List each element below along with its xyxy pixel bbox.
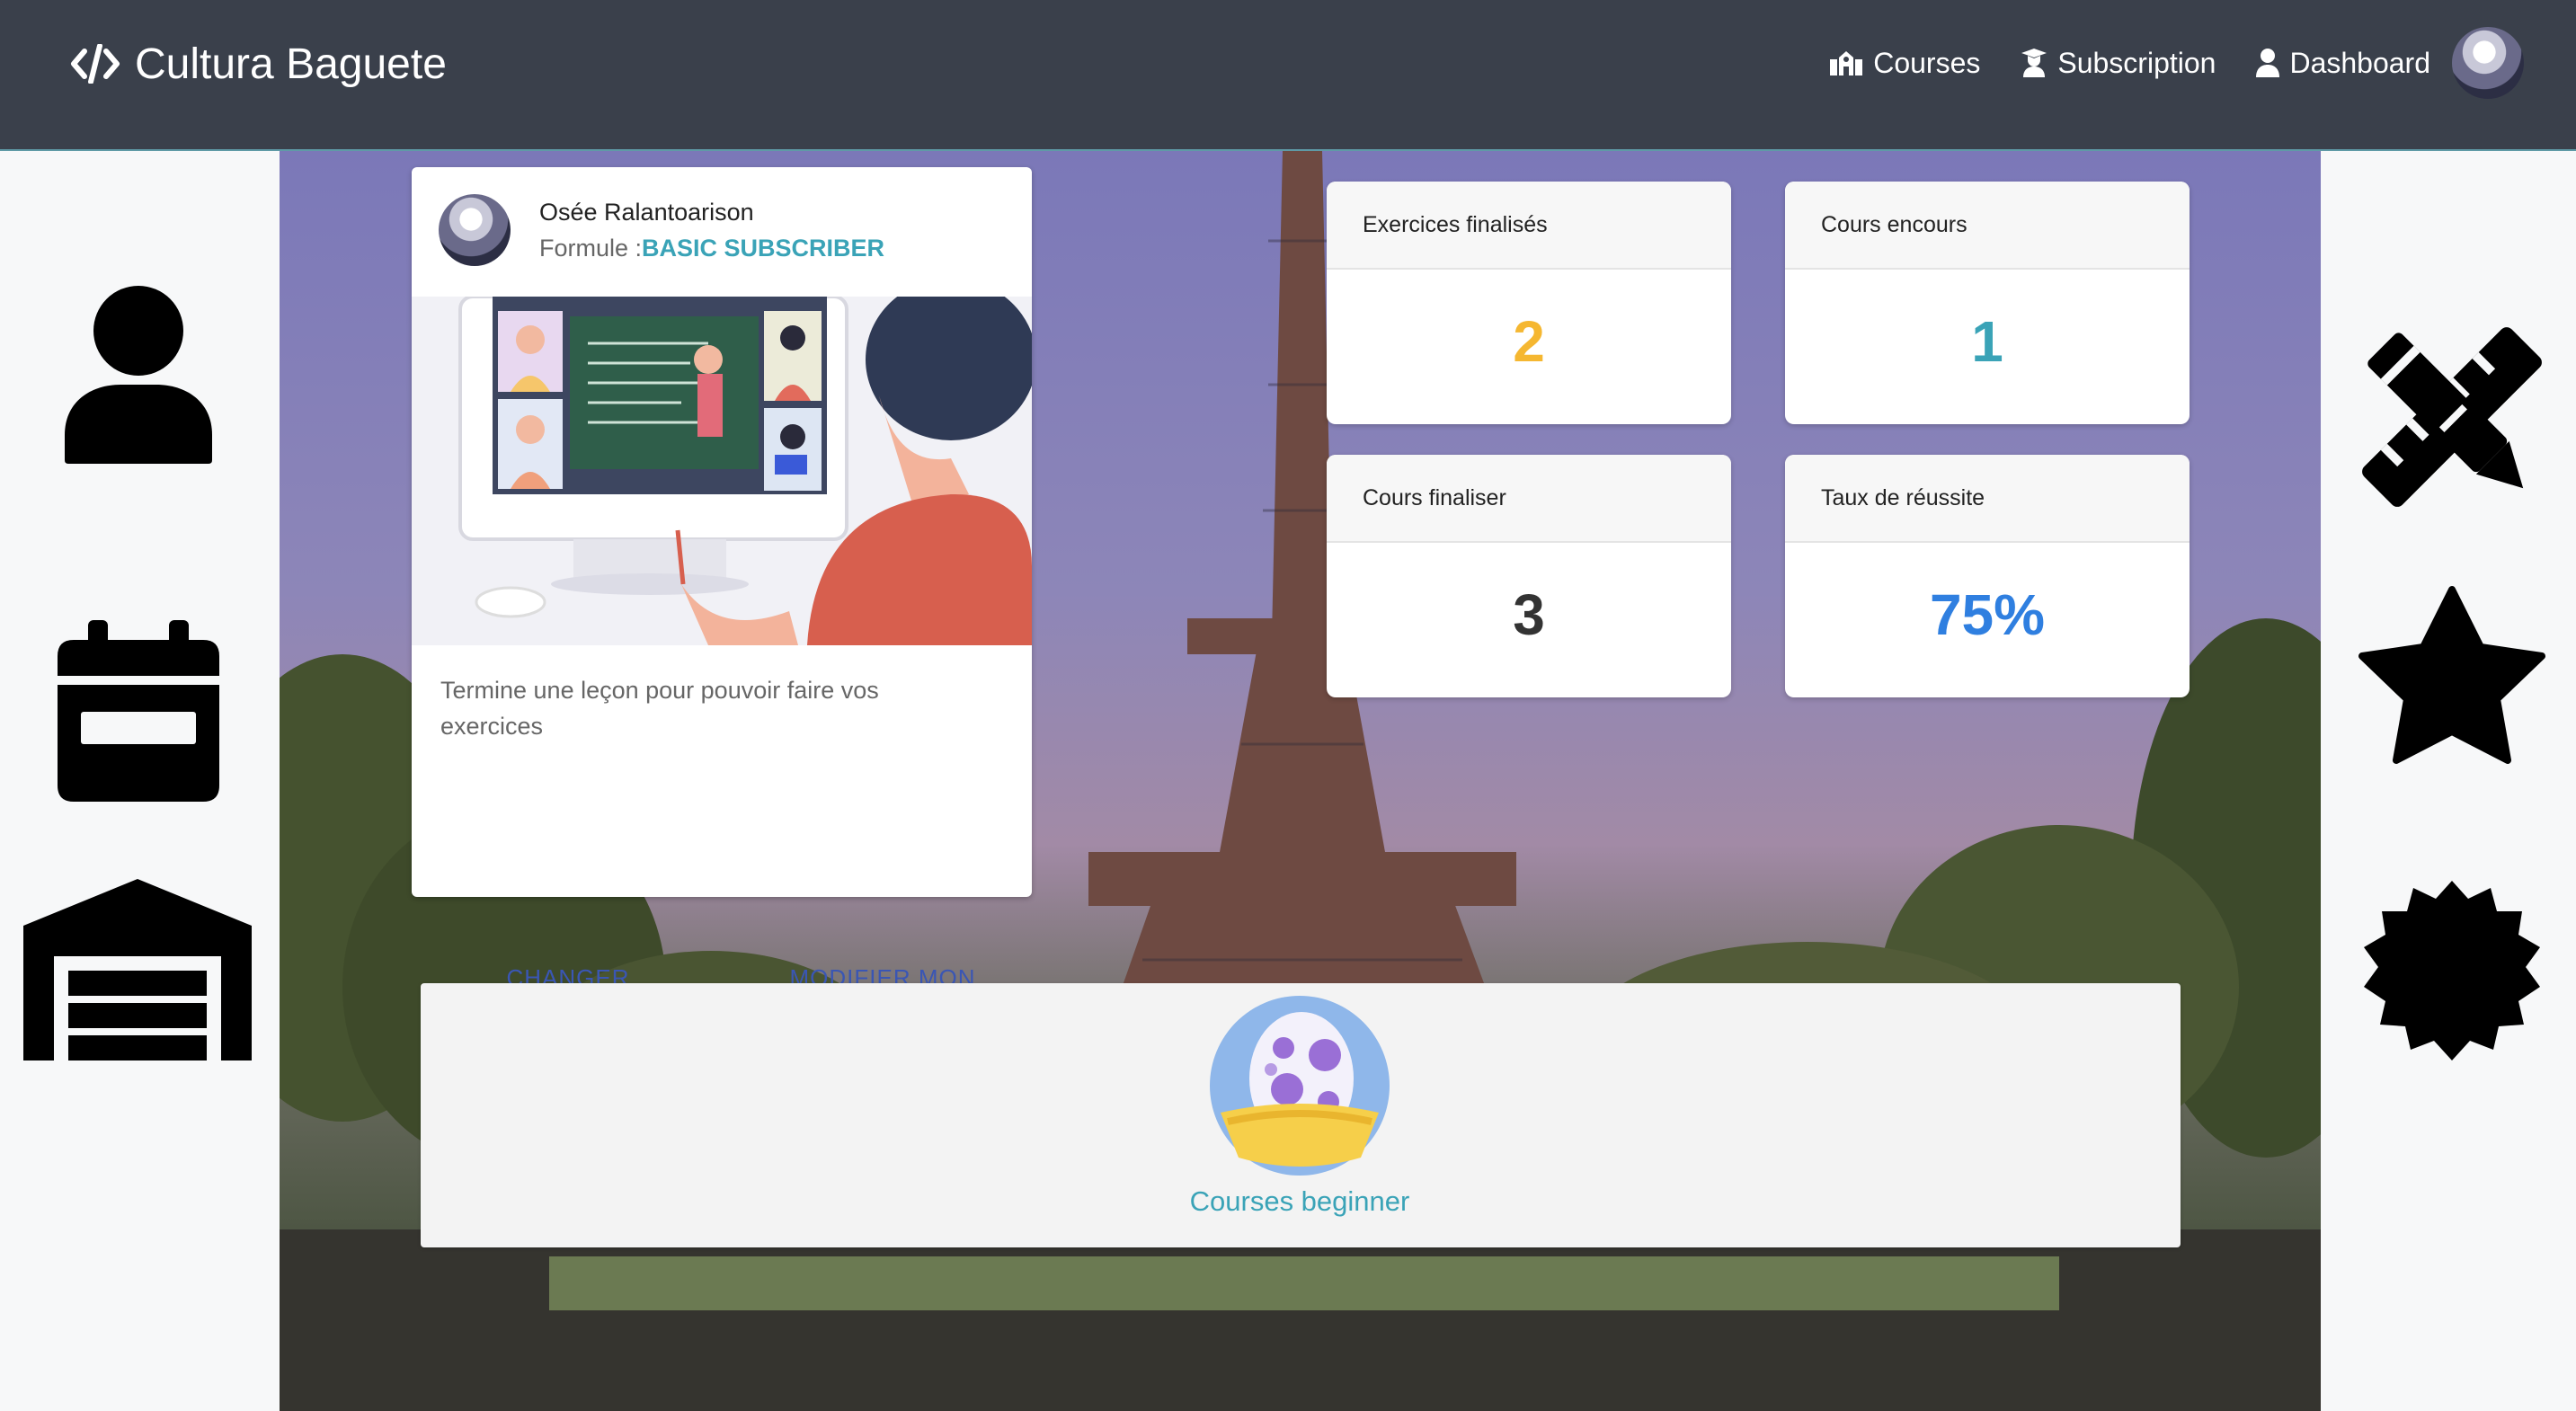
profile-card: Osée Ralantoarison Formule :BASIC SUBSCR…	[412, 167, 1032, 1070]
nav-courses[interactable]: Courses	[1828, 47, 1980, 80]
avatar[interactable]	[2452, 27, 2524, 99]
star-icon	[2358, 586, 2545, 764]
egg-nest-icon	[1210, 996, 1390, 1176]
stat-card-exercises-done: Exercices finalisés 2	[1327, 182, 1731, 424]
online-class-illustration	[412, 297, 1032, 645]
stat-label: Exercices finalisés	[1327, 182, 1731, 270]
nav-courses-label: Courses	[1873, 46, 1981, 79]
code-icon	[70, 44, 120, 84]
nav-links: Courses Subscription Dashboard	[1789, 25, 2524, 101]
stat-card-success-rate: Taux de réussite 75%	[1785, 455, 2190, 697]
stat-card-courses-in-progress: Cours encours 1	[1785, 182, 2190, 424]
nav-subscription-label: Subscription	[2057, 46, 2216, 79]
course-label: Courses beginner	[1189, 1185, 1410, 1217]
formula-prefix: Formule :	[539, 235, 643, 262]
nav-subscription[interactable]: Subscription	[2020, 47, 2216, 80]
profile-message: Termine une leçon pour pouvoir faire vos…	[440, 677, 879, 740]
school-icon	[1830, 51, 1863, 75]
stat-label: Cours encours	[1785, 182, 2190, 270]
stat-label: Cours finaliser	[1327, 455, 1731, 543]
stat-value: 1	[1971, 309, 2003, 374]
user-silhouette-icon	[65, 286, 212, 464]
stat-card-courses-done: Cours finaliser 3	[1327, 455, 1731, 697]
pencil-ruler-icon	[2362, 327, 2542, 507]
courses-panel: Courses beginner	[421, 983, 2181, 1247]
right-icon-panel	[2321, 151, 2576, 1411]
nav-dashboard[interactable]: Dashboard	[2255, 47, 2430, 80]
nav-dashboard-label: Dashboard	[2289, 46, 2430, 79]
brand-name: Cultura Baguete	[135, 40, 447, 88]
user-icon	[2256, 49, 2280, 77]
brand-logo[interactable]: Cultura Baguete	[70, 36, 447, 92]
profile-header: Osée Ralantoarison Formule :BASIC SUBSCR…	[439, 194, 884, 266]
certificate-icon	[2364, 881, 2540, 1060]
stat-value: 75%	[1929, 582, 2046, 647]
graduate-icon	[2021, 49, 2047, 77]
stat-value: 3	[1513, 582, 1545, 647]
formula-value: BASIC SUBSCRIBER	[642, 235, 885, 262]
navbar: Cultura Baguete Courses Subscription Das…	[0, 0, 2576, 151]
profile-avatar	[439, 194, 511, 266]
left-icon-panel	[0, 151, 280, 1411]
course-item-beginner[interactable]: Courses beginner	[1174, 996, 1426, 1218]
stat-label: Taux de réussite	[1785, 455, 2190, 543]
calendar-icon	[58, 620, 219, 802]
warehouse-icon	[23, 879, 252, 1060]
profile-name: Osée Ralantoarison	[539, 199, 754, 226]
profile-formula: Formule :BASIC SUBSCRIBER	[539, 230, 884, 266]
stat-value: 2	[1513, 309, 1545, 374]
